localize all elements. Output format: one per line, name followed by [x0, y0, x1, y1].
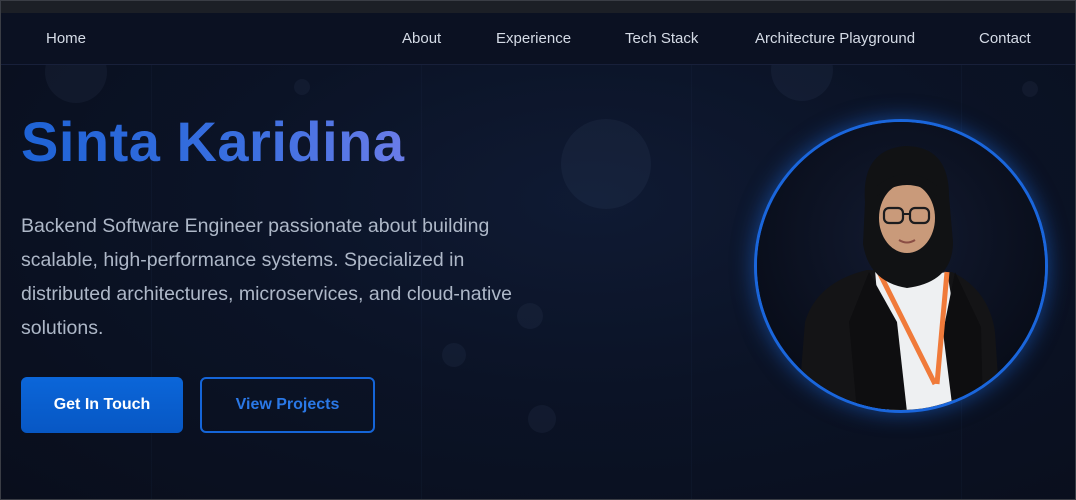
bg-bubble — [528, 405, 556, 433]
navbar: Home About Experience Tech Stack Archite… — [1, 13, 1075, 65]
nav-about[interactable]: About — [402, 30, 441, 47]
get-in-touch-button[interactable]: Get In Touch — [21, 377, 183, 433]
bg-bubble — [442, 343, 466, 367]
nav-experience[interactable]: Experience — [496, 30, 571, 47]
view-projects-button[interactable]: View Projects — [200, 377, 375, 433]
hero-name: Sinta Karidina — [21, 110, 405, 173]
nav-tech-stack[interactable]: Tech Stack — [625, 30, 698, 47]
nav-architecture-playground[interactable]: Architecture Playground — [755, 30, 915, 47]
bg-bubble — [1022, 81, 1038, 97]
avatar — [754, 119, 1048, 413]
nav-home[interactable]: Home — [46, 30, 86, 47]
hero-description: Backend Software Engineer passionate abo… — [21, 215, 512, 339]
nav-contact[interactable]: Contact — [979, 30, 1031, 47]
page: Home About Experience Tech Stack Archite… — [0, 0, 1076, 500]
window-top-strip — [1, 1, 1075, 13]
profile-photo-icon — [757, 122, 1045, 410]
bg-bubble — [561, 119, 651, 209]
bg-bubble — [294, 79, 310, 95]
bg-line — [691, 65, 692, 499]
